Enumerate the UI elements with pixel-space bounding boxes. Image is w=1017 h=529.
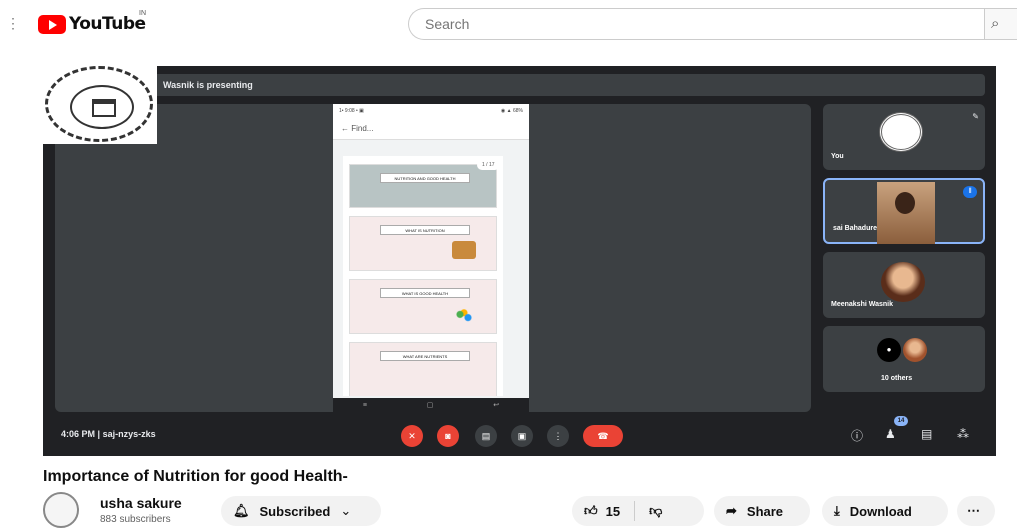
home-icon: ▢ xyxy=(426,402,434,409)
slide-title: NUTRITION AND GOOD HEALTH xyxy=(380,173,470,183)
dislike-icon[interactable]: 👎︎ xyxy=(649,503,662,519)
search-box[interactable] xyxy=(408,8,984,40)
participant-name: sai Bahadure xyxy=(833,225,877,232)
channel-name[interactable]: usha sakure xyxy=(100,495,182,511)
like-button[interactable]: 👍︎ 15 xyxy=(584,503,620,519)
country-code: IN xyxy=(139,10,146,17)
channel-avatar[interactable] xyxy=(43,492,79,528)
subscribe-button[interactable]: 🔔︎ Subscribed ⌄ xyxy=(221,496,381,526)
present-icon: ▣ xyxy=(511,425,533,447)
nutrients-image xyxy=(454,308,474,324)
back-icon: ↩ xyxy=(493,402,500,409)
document-preview: NUTRITION AND GOOD HEALTH WHAT IS NUTRIT… xyxy=(343,156,503,396)
shared-phone-screen: 1• 9:08 • ▣ ◉ ▲ 68% ← Find... NUTRITION … xyxy=(333,104,529,412)
thumbs-up-icon: 👍︎ xyxy=(584,503,598,518)
page-indicator: 1 / 17 xyxy=(477,160,500,170)
chevron-down-icon: ⌄ xyxy=(340,503,352,518)
subscriber-count: 883 subscribers xyxy=(100,514,171,525)
youtube-play-icon xyxy=(38,14,66,34)
presentation-stage: 1• 9:08 • ▣ ◉ ▲ 68% ← Find... NUTRITION … xyxy=(55,104,811,412)
like-count: 15 xyxy=(605,503,621,519)
mic-off-icon: ✎ xyxy=(972,112,979,121)
youtube-logo[interactable]: YouTube xyxy=(38,14,146,34)
people-icon: ♟ xyxy=(885,427,896,441)
presenting-banner: Wasnik is presenting xyxy=(53,74,985,96)
slide-title: WHAT IS GOOD HEALTH xyxy=(380,288,470,298)
download-icon: ⤓ xyxy=(834,503,840,518)
share-icon: ➦ xyxy=(726,503,737,518)
participant-tile-others: ● 10 others xyxy=(823,326,985,392)
camera-off-icon: ◙ xyxy=(437,425,459,447)
chat-icon: ▤ xyxy=(921,427,933,441)
phone-nav-bar: ≡ ▢ ↩ xyxy=(333,398,529,412)
phone-status-bar: 1• 9:08 • ▣ ◉ ▲ 68% xyxy=(333,104,529,118)
info-icon: ⓘ xyxy=(851,429,864,443)
phone-find-bar: ← Find... xyxy=(333,118,529,140)
like-dislike-group: 👍︎ 15 👎︎ xyxy=(572,496,704,526)
meeting-time: 4:06 PM xyxy=(61,429,96,439)
slide-thumbnail: NUTRITION AND GOOD HEALTH xyxy=(349,164,497,208)
participant-tile-sai: ⦀ sai Bahadure xyxy=(823,178,985,244)
phone-status-right: ◉ ▲ 68% xyxy=(500,108,523,114)
youtube-wordmark: YouTube xyxy=(69,14,146,34)
participant-video xyxy=(877,182,935,244)
slide-thumbnail: WHAT IS NUTRITION xyxy=(349,216,497,271)
slide-title: WHAT IS NUTRITION xyxy=(380,225,470,235)
slide-title: WHAT ARE NUTRIENTS xyxy=(380,351,470,361)
search-input[interactable] xyxy=(409,9,984,39)
food-image xyxy=(452,241,476,259)
download-label: Download xyxy=(849,503,912,519)
avatar xyxy=(903,338,927,362)
participant-tile-you: ✎ You xyxy=(823,104,985,170)
activities-icon: ⁂ xyxy=(957,427,969,441)
bell-icon: 🔔︎ xyxy=(233,503,250,518)
channel-watermark xyxy=(41,64,157,144)
phone-status-left: 1• 9:08 • ▣ xyxy=(339,108,364,114)
emblem-seal xyxy=(45,66,153,142)
person-icon: ● xyxy=(877,338,901,362)
participant-name: You xyxy=(831,153,844,160)
people-count-badge: 14 xyxy=(894,416,908,426)
more-options-icon: ⋮ xyxy=(547,425,569,447)
participant-tile-meenakshi: Meenakshi Wasnik xyxy=(823,252,985,318)
share-label: Share xyxy=(746,503,784,519)
more-actions-button[interactable]: ⋯ xyxy=(957,496,995,526)
meeting-info-separator: | xyxy=(97,429,101,439)
participant-name: Meenakshi Wasnik xyxy=(831,301,893,308)
building-icon xyxy=(92,99,116,117)
mic-off-icon: ✕ xyxy=(401,425,423,447)
others-avatars: ● xyxy=(877,338,931,362)
share-button[interactable]: ➦ Share xyxy=(714,496,810,526)
video-player[interactable]: Wasnik is presenting 1• 9:08 • ▣ ◉ ▲ 68%… xyxy=(43,66,996,456)
meeting-code: saj-nzys-zks xyxy=(102,429,156,439)
speaking-icon: ⦀ xyxy=(963,186,977,198)
youtube-header: ⋮ YouTube IN ⌕ xyxy=(0,0,1017,48)
subscribe-label: Subscribed xyxy=(259,503,331,519)
divider xyxy=(634,501,636,521)
meeting-info: 4:06 PM | saj-nzys-zks xyxy=(61,429,156,439)
download-button[interactable]: ⤓ Download xyxy=(822,496,948,526)
participant-name: 10 others xyxy=(881,375,913,382)
hang-up-icon: ☎ xyxy=(583,425,623,447)
avatar xyxy=(879,112,923,152)
slide-thumbnail: WHAT ARE NUTRIENTS xyxy=(349,342,497,396)
menu-icon[interactable]: ⋮ xyxy=(6,15,20,32)
search-icon[interactable]: ⌕ xyxy=(984,8,1017,40)
meet-controls: 4:06 PM | saj-nzys-zks ✕ ◙ ▤ ▣ ⋮ ☎ ⓘ ♟ 1… xyxy=(43,416,996,456)
emblem-inner xyxy=(70,85,134,129)
video-title: Importance of Nutrition for good Health- xyxy=(43,468,348,485)
recent-apps-icon: ≡ xyxy=(362,401,367,409)
slide-thumbnail: WHAT IS GOOD HEALTH xyxy=(349,279,497,334)
avatar xyxy=(881,262,925,302)
captions-icon: ▤ xyxy=(475,425,497,447)
